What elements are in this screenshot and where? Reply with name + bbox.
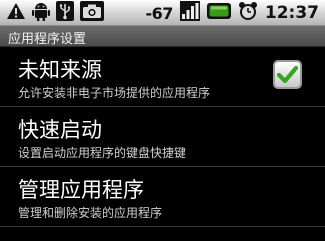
signal-bars-icon (179, 1, 200, 25)
usb-icon (56, 1, 74, 25)
clock: 12:37 (264, 3, 319, 23)
setting-title: 未知来源 (18, 58, 102, 82)
status-bar-system: -67 12:37 (145, 1, 319, 25)
battery-icon (206, 3, 231, 23)
camera-icon (80, 1, 104, 25)
setting-title: 管理应用程序 (18, 178, 144, 202)
android-icon (32, 1, 50, 25)
setting-manage-applications[interactable]: 管理应用程序 管理和删除安装的应用程序 (0, 167, 325, 227)
status-bar: -67 12:37 (0, 0, 325, 26)
setting-summary: 管理和删除安装的应用程序 (18, 206, 163, 220)
signal-strength-text: -67 (145, 3, 173, 23)
setting-quick-launch[interactable]: 快速启动 设置启动应用程序的键盘快捷键 (0, 107, 325, 167)
setting-summary: 允许安装非电子市场提供的应用程序 (18, 86, 211, 100)
title-bar: 应用程序设置 (0, 26, 325, 47)
settings-list: 未知来源 允许安装非电子市场提供的应用程序 快速启动 设置启动应用程序的键盘快捷… (0, 47, 325, 227)
check-icon (276, 65, 299, 84)
alarm-clock-icon (238, 1, 258, 25)
setting-summary: 设置启动应用程序的键盘快捷键 (18, 146, 187, 160)
page-title: 应用程序设置 (8, 32, 87, 47)
warning-icon (6, 2, 26, 24)
unknown-sources-checkbox[interactable] (273, 60, 302, 89)
status-bar-notifications (6, 1, 104, 25)
setting-title: 快速启动 (18, 118, 102, 142)
setting-unknown-sources[interactable]: 未知来源 允许安装非电子市场提供的应用程序 (0, 47, 325, 107)
